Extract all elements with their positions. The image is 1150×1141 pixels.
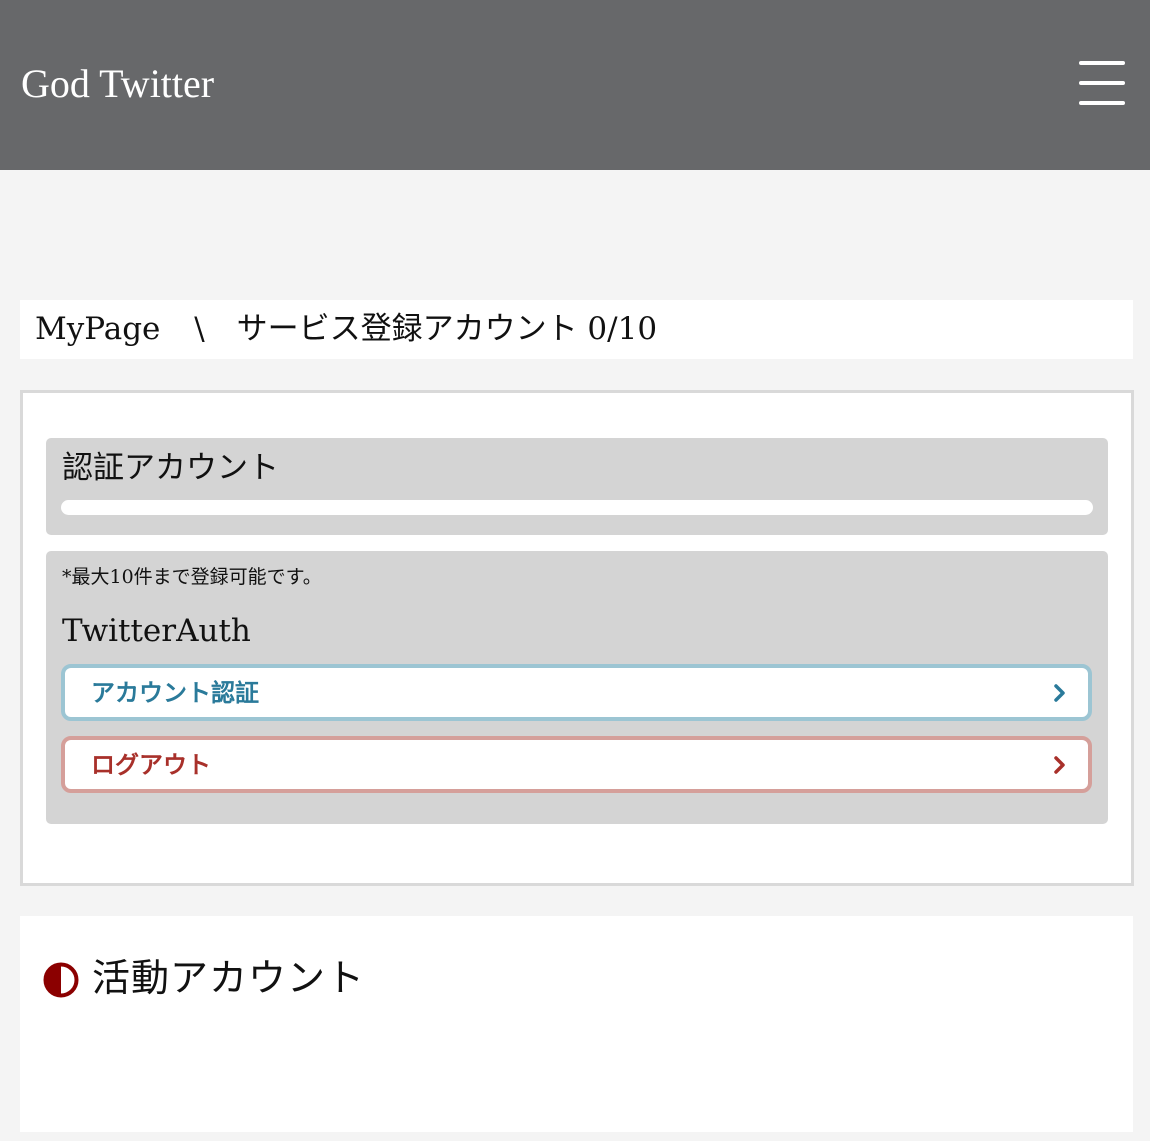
breadcrumb-root-link[interactable]: MyPage [35, 300, 160, 359]
hamburger-menu-button[interactable] [1076, 58, 1128, 110]
auth-account-title: 認証アカウント [62, 450, 279, 486]
auth-account-body: *最大10件まで登録可能です。 TwitterAuth アカウント認証 ログアウ… [46, 551, 1108, 824]
logout-button-label: ログアウト [91, 750, 211, 779]
app-title: God Twitter [21, 61, 215, 106]
active-account-title: 活動アカウント [92, 956, 366, 1000]
auth-account-card: 認証アカウント *最大10件まで登録可能です。 TwitterAuth アカウン… [20, 390, 1134, 886]
logout-button[interactable]: ログアウト [61, 736, 1092, 793]
chevron-right-icon [1054, 756, 1065, 774]
account-auth-button-label: アカウント認証 [91, 678, 259, 707]
twitter-auth-label: TwitterAuth [62, 613, 251, 649]
active-account-section: 活動アカウント [20, 916, 1133, 1132]
hamburger-icon [1079, 101, 1125, 105]
hamburger-icon [1079, 81, 1125, 85]
breadcrumb-separator: \ [194, 311, 205, 347]
chevron-right-icon [1054, 684, 1065, 702]
auth-account-progress-bar [61, 500, 1093, 515]
hamburger-icon [1079, 61, 1125, 65]
half-circle-icon [43, 962, 79, 998]
breadcrumb: MyPage \ サービス登録アカウント 0/10 [20, 300, 1133, 359]
auth-account-header: 認証アカウント [46, 438, 1108, 535]
breadcrumb-current: サービス登録アカウント 0/10 [236, 311, 658, 347]
app-header: God Twitter [0, 0, 1150, 170]
account-auth-button[interactable]: アカウント認証 [61, 664, 1092, 721]
registration-limit-note: *最大10件まで登録可能です。 [62, 566, 322, 588]
